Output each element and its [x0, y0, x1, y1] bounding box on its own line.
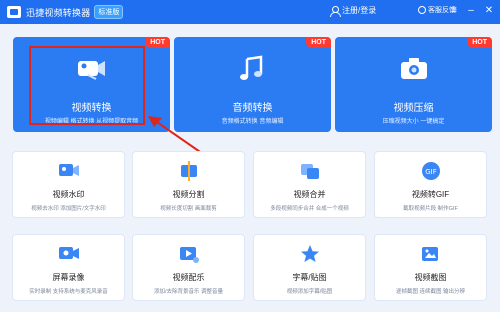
tool-desc: 添加/去除背景音乐 调整音量	[153, 289, 224, 295]
close-button[interactable]: ✕	[484, 5, 494, 17]
app-title: 迅捷视频转换器	[26, 7, 91, 18]
tool-video-split[interactable]: 视频分割 视频长度切割 画面裁剪	[132, 151, 245, 218]
tool-video-to-gif[interactable]: GIF 视频转GIF 截取视频片段 制作GIF	[374, 151, 487, 218]
tool-video-music[interactable]: 视频配乐 添加/去除背景音乐 调整音量	[132, 234, 245, 301]
tool-title: 视频截图	[414, 273, 447, 282]
star-sticker-icon	[300, 245, 319, 262]
tool-desc: 逐帧截图 连续截图 输出分辨	[395, 289, 466, 295]
screen-record-icon	[58, 247, 79, 259]
headset-icon	[418, 6, 426, 14]
tool-title: 屏幕录像	[52, 273, 85, 282]
tool-screen-record[interactable]: 屏幕录像 实时录制 支持系统与麦克风录音	[12, 234, 125, 301]
tool-desc: 实时录制 支持系统与麦克风录音	[29, 289, 108, 295]
title-bar: 迅捷视频转换器 标准版 注册/登录 客服反馈 ≡ – ✕	[0, 0, 500, 24]
hot-badge: HOT	[467, 37, 492, 48]
tool-desc: 视频去水印 添加图片/文字水印	[31, 206, 106, 212]
version-badge: 标准版	[94, 5, 124, 19]
video-compress-title: 视频压缩	[393, 103, 434, 114]
music-note-icon	[239, 55, 262, 80]
hot-badge: HOT	[306, 37, 331, 48]
login-label: 注册/登录	[342, 6, 377, 15]
svg-text:GIF: GIF	[425, 168, 437, 176]
tool-title: 视频分割	[172, 190, 205, 199]
minimize-button[interactable]: –	[466, 5, 476, 17]
tool-title: 视频合并	[293, 190, 326, 199]
tool-desc: 视频长度切割 画面裁剪	[160, 206, 217, 212]
split-icon	[180, 161, 197, 181]
tool-title: 视频转GIF	[411, 190, 450, 199]
video-compress-card[interactable]: HOT 视频压缩 压缩视频大小 一键搞定	[335, 37, 492, 132]
tool-title: 视频水印	[52, 190, 85, 199]
tool-video-screenshot[interactable]: 视频截图 逐帧截图 连续截图 输出分辨	[374, 234, 487, 301]
screenshot-icon	[421, 247, 438, 261]
tool-video-watermark[interactable]: 视频水印 视频去水印 添加图片/文字水印	[12, 151, 125, 218]
hot-badge: HOT	[145, 37, 170, 48]
video-music-icon	[179, 247, 199, 263]
watermark-icon	[58, 164, 79, 176]
gif-icon: GIF	[421, 162, 440, 180]
login-button[interactable]: 注册/登录	[330, 5, 377, 17]
tool-desc: 截取视频片段 制作GIF	[403, 206, 458, 212]
tool-desc: 视频添加字幕/贴图	[286, 289, 333, 295]
user-icon	[330, 5, 341, 17]
merge-icon	[300, 164, 319, 179]
tool-title: 视频配乐	[172, 273, 205, 282]
tool-subtitle-sticker[interactable]: 字幕/贴图 视频添加字幕/贴图	[253, 234, 366, 301]
app-logo-icon	[7, 6, 21, 18]
tool-video-merge[interactable]: 视频合并 多段视频同步合并 合成一个视频	[253, 151, 366, 218]
highlight-box	[29, 46, 145, 125]
tool-title: 字幕/贴图	[292, 273, 327, 282]
menu-button[interactable]: ≡	[449, 5, 459, 17]
video-compress-desc: 压缩视频大小 一键搞定	[382, 119, 445, 125]
tool-desc: 多段视频同步合并 合成一个视频	[270, 206, 349, 212]
camera-icon	[400, 58, 427, 79]
